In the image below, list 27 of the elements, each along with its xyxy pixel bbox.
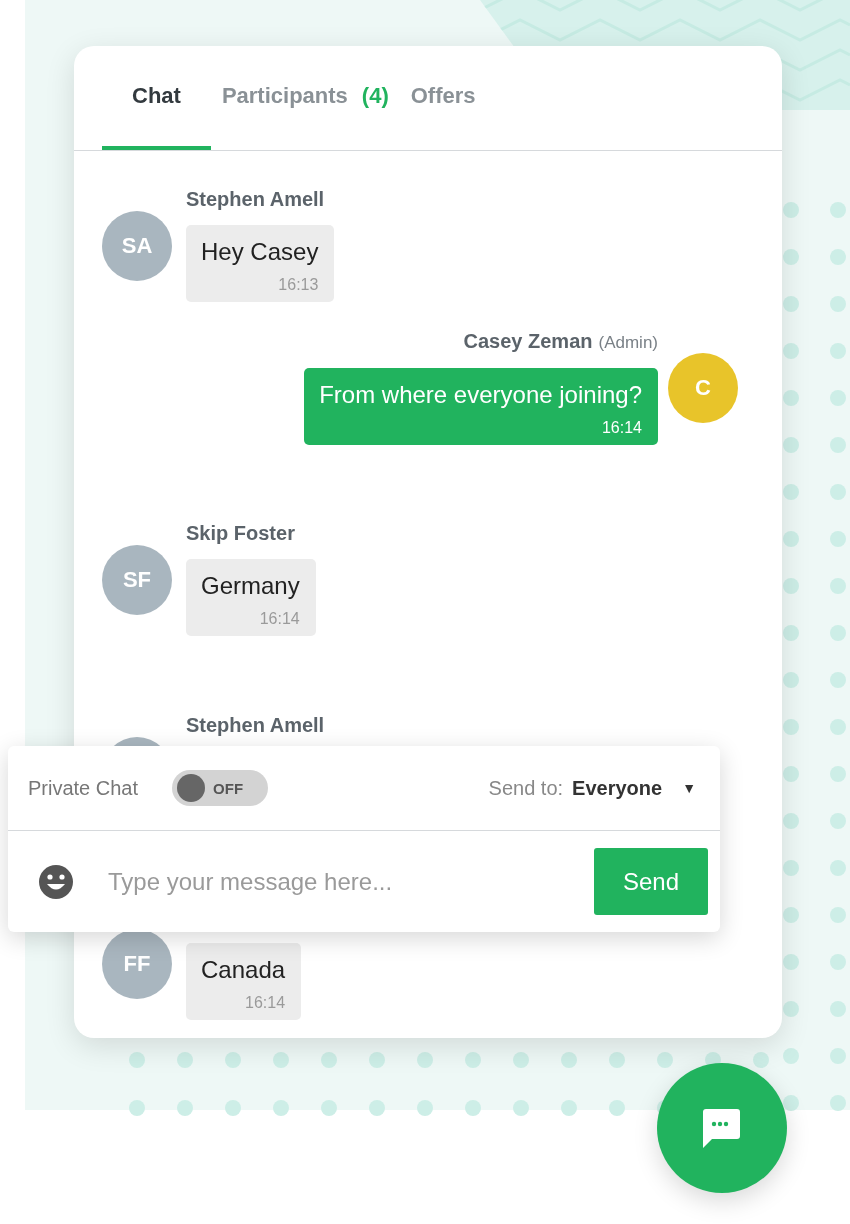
tab[interactable]: Chat [102, 46, 211, 150]
smiley-icon[interactable] [38, 863, 74, 900]
message-text: Canada [201, 956, 286, 984]
message-text: Hey Casey [201, 238, 319, 266]
message-text: From where everyone joining? [319, 381, 642, 409]
sender-name: Skip Foster [186, 522, 295, 544]
avatar: FF [102, 929, 172, 999]
message-time: 16:14 [259, 610, 300, 628]
send-to-label: Send to: [488, 776, 564, 800]
message-time: 16:14 [601, 419, 642, 437]
sender-role: (Admin) [598, 333, 658, 352]
recipient-dropdown[interactable]: Everyone ▼ [572, 776, 696, 800]
private-chat-label: Private Chat [28, 776, 139, 800]
avatar: SF [102, 545, 172, 615]
sender-name: Stephen Amell [186, 188, 325, 210]
message-text: Germany [201, 572, 300, 600]
sender-name: Stephen Amell [186, 714, 325, 736]
message-time: 16:13 [278, 276, 319, 294]
tab[interactable]: Offers [399, 46, 487, 150]
avatar: SA [102, 211, 172, 281]
message-field[interactable]: Type your message here... [108, 861, 594, 902]
private-chat-toggle[interactable]: OFF [172, 770, 269, 806]
message-time: 16:14 [245, 994, 286, 1012]
tab[interactable]: Participants (4) [210, 46, 400, 150]
sender-name: Casey Zeman [463, 330, 593, 352]
avatar: C [668, 353, 738, 423]
send-button[interactable]: Send [594, 848, 708, 915]
